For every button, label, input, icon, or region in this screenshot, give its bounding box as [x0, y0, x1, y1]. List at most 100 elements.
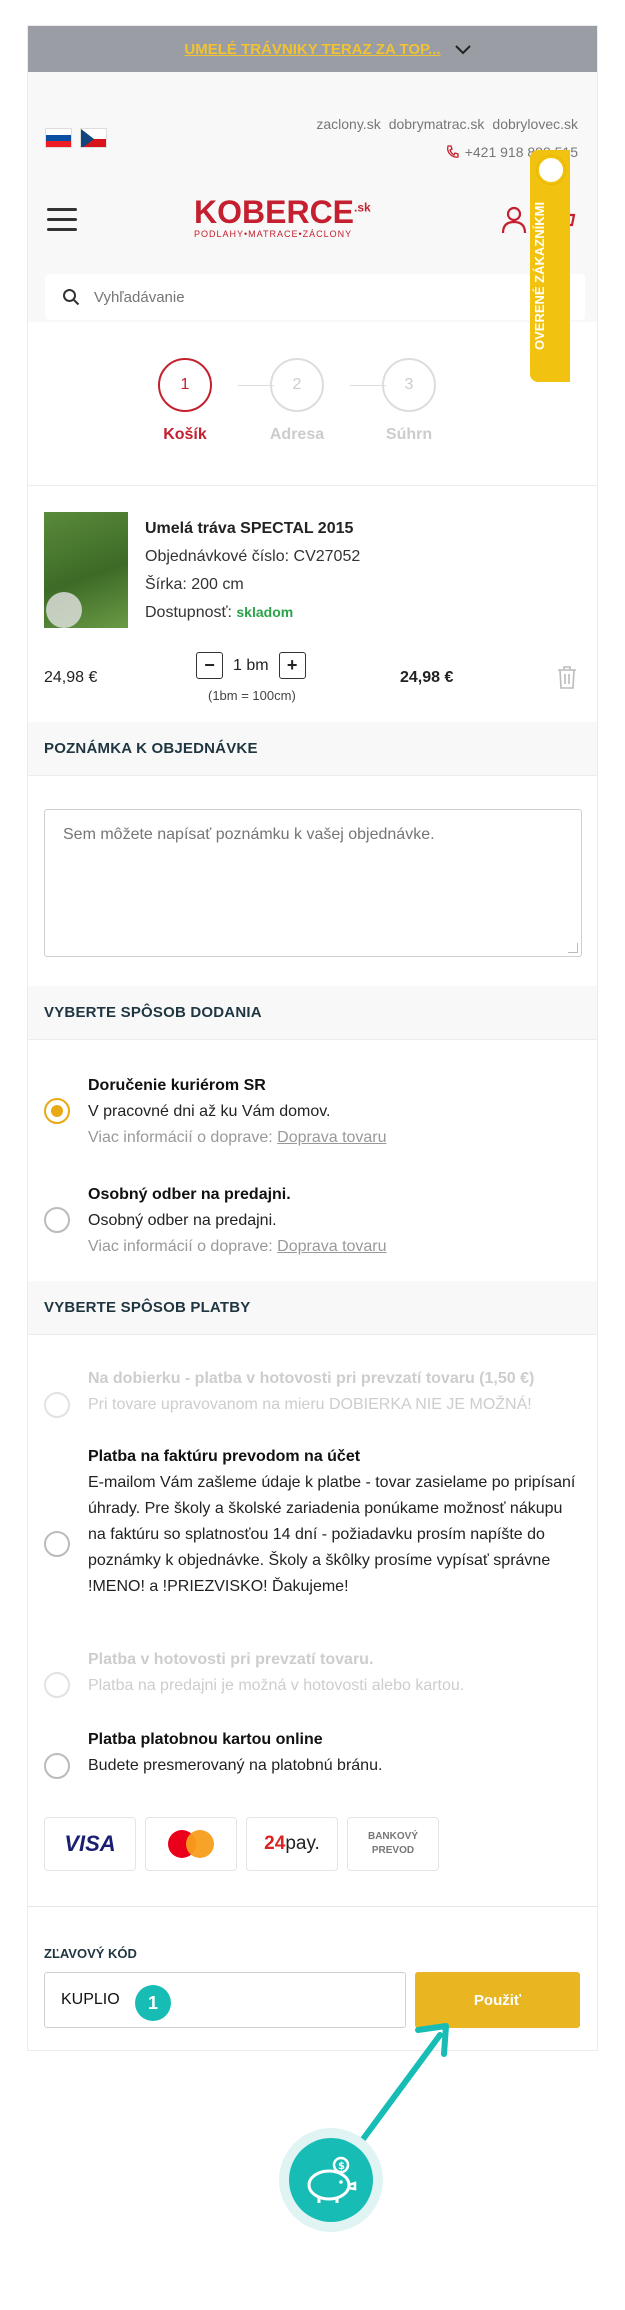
mastercard-logo — [145, 1817, 237, 1871]
verified-badge-text: OVERENÉ ZÁKAZNÍKMI — [532, 201, 547, 350]
logo-suffix: .sk — [354, 200, 371, 215]
payment-radio-cash — [44, 1672, 70, 1698]
order-note-header: POZNÁMKA K OBJEDNÁVKE — [28, 722, 597, 776]
partner-links: zaclony.sk dobrymatrac.sk dobrylovec.sk — [316, 116, 578, 132]
more-label: Viac informácií o doprave: — [88, 1129, 273, 1146]
payment-header: VYBERTE SPÔSOB PLATBY — [28, 1281, 597, 1335]
trash-icon[interactable] — [556, 664, 578, 690]
promo-bar[interactable]: UMELÉ TRÁVNIKY TERAZ ZA TOP... — [28, 26, 597, 72]
order-note-input[interactable] — [63, 826, 563, 940]
delivery-option-courier[interactable]: Doručenie kuriérom SR V pracovné dni až … — [88, 1073, 578, 1151]
step-label: Košík — [163, 426, 207, 443]
p24-logo: 24pay. — [246, 1817, 338, 1871]
step-marker-badge: 1 — [135, 1985, 171, 2021]
option-title: Osobný odber na predajni. — [88, 1186, 291, 1203]
option-title: Platba na faktúru prevodom na účet — [88, 1448, 361, 1465]
delivery-radio-pickup[interactable] — [44, 1207, 70, 1233]
option-desc: E-mailom Vám zašleme údaje k platbe - to… — [88, 1474, 576, 1595]
option-desc: Pri tovare upravovanom na mieru DOBIERKA… — [88, 1396, 532, 1413]
link-zaclony[interactable]: zaclony.sk — [316, 116, 380, 132]
verified-seal-icon — [537, 156, 565, 184]
site-header: KOBERCE.sk PODLAHY•MATRACE•ZÁCLONY — [28, 178, 597, 250]
payment-option-card[interactable]: Platba platobnou kartou online Budete pr… — [88, 1727, 578, 1779]
product-title[interactable]: Umelá tráva SPECTAL 2015 — [145, 520, 353, 538]
unit-price: 24,98 € — [44, 669, 98, 686]
delivery-header: VYBERTE SPÔSOB DODANIA — [28, 986, 597, 1040]
quantity-note: (1bm = 100cm) — [208, 688, 296, 703]
search-input[interactable] — [94, 288, 585, 306]
step-number: 2 — [270, 358, 324, 412]
link-dobrylovec[interactable]: dobrylovec.sk — [492, 116, 578, 132]
option-desc: V pracovné dni až ku Vám domov. — [88, 1103, 331, 1120]
menu-icon[interactable] — [47, 208, 77, 232]
p24-text: pay. — [285, 1833, 320, 1854]
quantity-stepper: − 1 bm + — [196, 652, 306, 679]
option-title: Na dobierku - platba v hotovosti pri pre… — [88, 1370, 535, 1387]
site-logo[interactable]: KOBERCE.sk PODLAHY•MATRACE•ZÁCLONY — [194, 194, 384, 239]
flag-cz-icon[interactable] — [80, 128, 107, 148]
increase-button[interactable]: + — [278, 652, 306, 679]
step-summary: 3 Súhrn — [374, 358, 444, 444]
top-bar: zaclony.sk dobrymatrac.sk dobrylovec.sk … — [28, 72, 597, 178]
piggy-bank-icon: $ — [279, 2128, 383, 2232]
option-title: Platba platobnou kartou online — [88, 1731, 323, 1748]
search-icon — [63, 289, 80, 306]
option-more: Viac informácií o doprave: Doprava tovar… — [88, 1234, 578, 1260]
apply-discount-button[interactable]: Použiť — [415, 1972, 580, 2028]
product-image[interactable] — [44, 512, 128, 628]
chevron-down-icon[interactable] — [454, 40, 472, 58]
delivery-option-pickup[interactable]: Osobný odber na predajni. Osobný odber n… — [88, 1182, 578, 1260]
order-note-box[interactable] — [44, 809, 582, 957]
bank-transfer-logo: BANKOVÝ PREVOD — [347, 1817, 439, 1871]
option-more: Viac informácií o doprave: Doprava tovar… — [88, 1125, 578, 1151]
visa-text: VISA — [64, 1831, 116, 1856]
phone-icon — [446, 145, 459, 158]
payment-option-cod: Na dobierku - platba v hotovosti pri pre… — [88, 1366, 578, 1418]
visa-logo: VISA — [44, 1817, 136, 1871]
search-area — [28, 250, 597, 322]
discount-code-input[interactable] — [44, 1972, 406, 2028]
payment-option-invoice[interactable]: Platba na faktúru prevodom na účet E-mai… — [88, 1444, 578, 1600]
payment-option-cash: Platba v hotovosti pri prevzatí tovaru. … — [88, 1647, 578, 1699]
bank-line2: PREVOD — [371, 1845, 415, 1856]
divider — [28, 1906, 597, 1907]
p24-number: 24 — [264, 1833, 286, 1854]
bank-line1: BANKOVÝ — [367, 1831, 418, 1842]
delivery-radio-courier[interactable] — [44, 1098, 70, 1124]
decrease-button[interactable]: − — [196, 652, 223, 679]
step-number: 3 — [382, 358, 436, 412]
flag-sk-icon[interactable] — [45, 128, 72, 148]
payment-radio-card[interactable] — [44, 1753, 70, 1779]
step-cart[interactable]: 1 Košík — [150, 358, 220, 444]
total-price: 24,98 € — [400, 669, 454, 686]
option-desc: Platba na predajni je možná v hotovosti … — [88, 1677, 465, 1694]
step-address: 2 Adresa — [262, 358, 332, 444]
section-title: POZNÁMKA K OBJEDNÁVKE — [44, 740, 258, 757]
search-box[interactable] — [45, 274, 585, 320]
product-order-number: Objednávkové číslo: CV27052 — [145, 548, 361, 565]
section-title: VYBERTE SPÔSOB PLATBY — [44, 1299, 251, 1316]
payment-logos: VISA 24pay. BANKOVÝ PREVOD — [44, 1817, 439, 1871]
discount-label: ZĽAVOVÝ KÓD — [44, 1946, 137, 1961]
user-icon[interactable] — [501, 206, 527, 234]
availability-label: Dostupnosť: — [145, 604, 232, 621]
promo-text[interactable]: UMELÉ TRÁVNIKY TERAZ ZA TOP... — [184, 41, 440, 58]
payment-radio-cod — [44, 1392, 70, 1418]
shipping-link[interactable]: Doprava tovaru — [277, 1129, 386, 1146]
checkout-steps: 1 Košík 2 Adresa 3 Súhrn — [28, 322, 597, 486]
resize-handle[interactable] — [568, 943, 578, 953]
link-dobrymatrac[interactable]: dobrymatrac.sk — [389, 116, 485, 132]
option-desc: Budete presmerovaný na platobnú bránu. — [88, 1757, 383, 1774]
svg-text:$: $ — [338, 2161, 345, 2172]
payment-radio-invoice[interactable] — [44, 1531, 70, 1557]
product-availability: Dostupnosť: skladom — [145, 604, 293, 622]
stock-status: skladom — [236, 604, 294, 620]
quantity-value: 1 bm — [233, 656, 269, 674]
verified-badge[interactable]: OVERENÉ ZÁKAZNÍKMI — [530, 150, 570, 382]
shipping-link[interactable]: Doprava tovaru — [277, 1238, 386, 1255]
option-title: Platba v hotovosti pri prevzatí tovaru. — [88, 1651, 374, 1668]
section-title: VYBERTE SPÔSOB DODANIA — [44, 1004, 262, 1021]
option-title: Doručenie kuriérom SR — [88, 1077, 266, 1094]
product-width: Šírka: 200 cm — [145, 576, 244, 593]
cart-item: Umelá tráva SPECTAL 2015 Objednávkové čí… — [28, 486, 597, 722]
